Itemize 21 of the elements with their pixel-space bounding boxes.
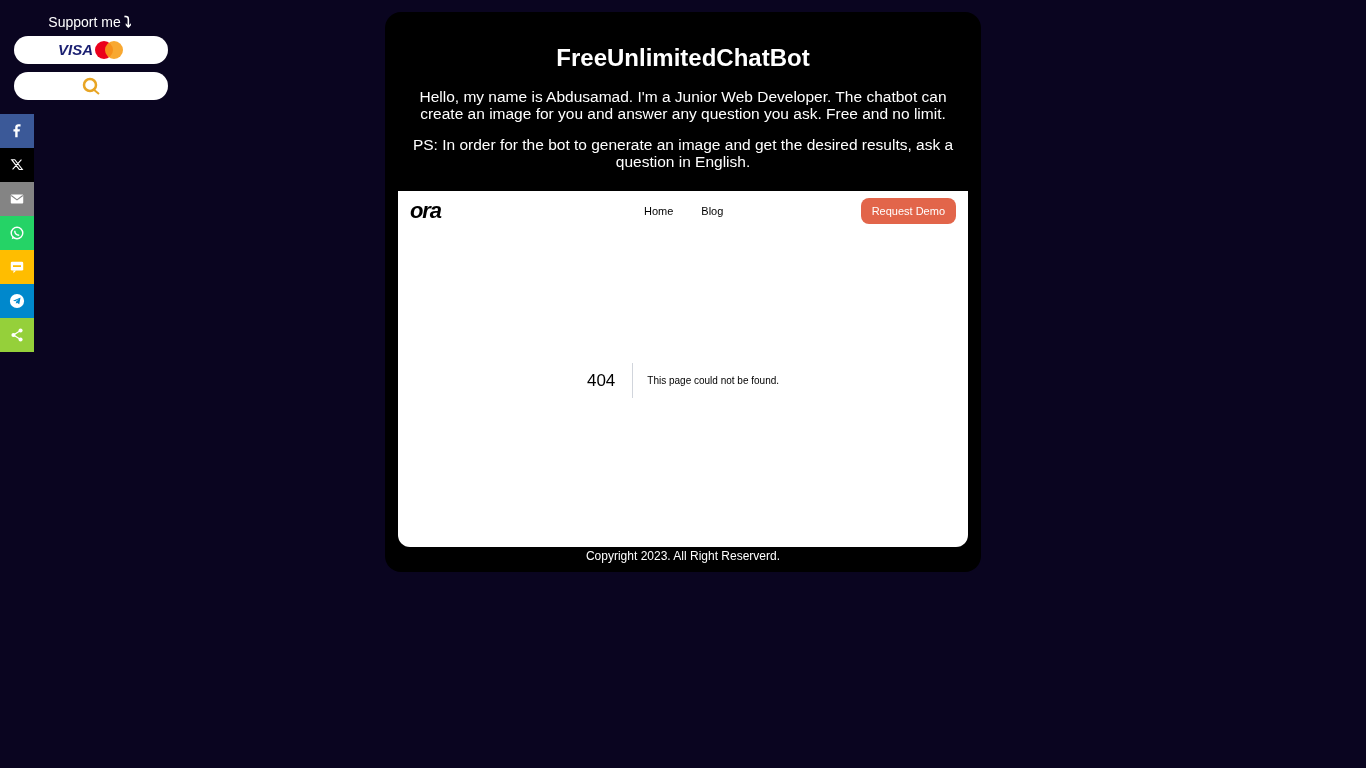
arrow-icon: ⤵ — [123, 10, 132, 34]
copyright-text: Copyright 2023. All Right Reserverd. — [585, 548, 781, 565]
nav-link[interactable]: Blog — [701, 202, 724, 220]
nav-link[interactable]: Home — [644, 202, 674, 220]
circles-icon — [94, 40, 124, 60]
intro-text: Hello, my name is Abdusamad. I'm a Junior Web Developer. The chatbot can create an image for you and answer any question you ask. Free and no limit. — [418, 88, 948, 122]
page-title: FreeUnlimitedChatBot — [556, 43, 810, 73]
share-icon — [9, 327, 25, 343]
logo[interactable]: ora — [410, 200, 610, 222]
paper-plane-icon — [9, 293, 25, 309]
message-icon — [9, 259, 25, 275]
ring-icon — [81, 76, 101, 96]
error-code: 404 — [586, 363, 634, 398]
support-label: Support me — [48, 12, 121, 32]
card-payment-button[interactable]: VISA — [14, 36, 168, 64]
x-icon — [9, 157, 25, 173]
error-message: This page could not be found. — [647, 374, 780, 388]
share-button[interactable] — [0, 148, 34, 182]
wallet-payment-button[interactable] — [14, 72, 168, 100]
phone-bubble-icon — [9, 225, 25, 241]
note-text: PS: In order for the bot to generate an image and get the desired results, ask a question in English. — [411, 136, 955, 170]
